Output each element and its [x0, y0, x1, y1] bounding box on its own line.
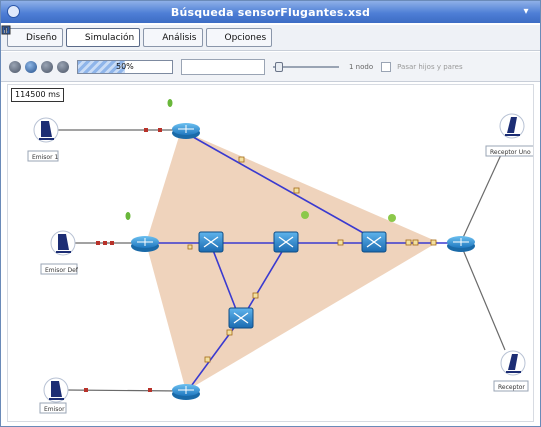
speed-value-label: 1 nodo: [349, 62, 374, 71]
tab-simulacion[interactable]: Simulación: [1, 25, 141, 47]
simulation-toolbar: 50% 1 nodo Pasar hijos y pares: [1, 52, 540, 82]
window-title: Búsqueda sensorFlugantes.xsd: [170, 5, 371, 19]
computer-emisor-def[interactable]: [50, 230, 76, 256]
tab-label: Análisis: [162, 32, 197, 43]
status-indicator-icon: [125, 212, 131, 220]
analysis-icon: [2, 26, 159, 43]
node-label-emisor-1: Emisor 1: [32, 154, 58, 161]
computer-emisor[interactable]: [43, 377, 69, 403]
app-icon: [7, 5, 20, 18]
tab-label: Diseño: [26, 32, 57, 43]
network-canvas[interactable]: 114500 ms Emisor 1 Emisor Def Emisor Rec…: [7, 84, 534, 422]
options-icon: [1, 25, 222, 43]
slider-handle[interactable]: [275, 61, 283, 72]
pause-icon[interactable]: [41, 60, 53, 73]
title-bar[interactable]: Búsqueda sensorFlugantes.xsd ▾: [1, 1, 540, 23]
app-window: Búsqueda sensorFlugantes.xsd ▾ Diseño Si…: [0, 0, 541, 427]
computer-receptor[interactable]: [500, 350, 526, 376]
node-label-receptor-uno: Receptor Uno: [490, 149, 531, 156]
design-icon: [2, 26, 23, 43]
pass-children-label: Pasar hijos y pares: [397, 62, 463, 71]
status-indicator-icon: [167, 99, 173, 107]
pass-children-checkbox[interactable]: [381, 61, 392, 72]
router-right[interactable]: [447, 236, 475, 252]
router-bottom[interactable]: [172, 384, 200, 400]
step-icon[interactable]: [57, 60, 69, 73]
switch-1[interactable]: [198, 231, 224, 253]
status-indicator-icon: [301, 211, 309, 219]
progress-percent: 50%: [116, 61, 134, 71]
node-label-receptor: Receptor: [498, 384, 525, 391]
status-indicator-icon: [388, 214, 396, 222]
tab-diseno[interactable]: Diseño: [2, 26, 63, 47]
router-top[interactable]: [172, 123, 200, 139]
mode-tabbar: Diseño Simulación Análisis Opciones: [1, 25, 540, 51]
network-diagram: Emisor 1 Emisor Def Emisor Receptor Uno …: [27, 99, 533, 414]
coverage-area: [146, 130, 438, 391]
window-menu-icon[interactable]: ▾: [518, 5, 534, 18]
tab-analisis[interactable]: Análisis: [2, 26, 203, 47]
stop-icon[interactable]: [9, 60, 21, 73]
computer-receptor-uno[interactable]: [499, 113, 525, 139]
switch-2[interactable]: [273, 231, 299, 253]
speed-field[interactable]: [181, 58, 265, 75]
switch-4[interactable]: [228, 307, 254, 329]
node-label-emisor: Emisor: [44, 406, 65, 413]
simulation-progress-bar: 50%: [77, 59, 173, 74]
node-label-emisor-def: Emisor Def: [45, 267, 79, 274]
speed-slider[interactable]: [273, 59, 339, 75]
router-middle-left[interactable]: [131, 236, 159, 252]
play-icon[interactable]: [25, 60, 37, 73]
tab-label: Simulación: [84, 32, 135, 43]
simulation-icon: [1, 25, 82, 43]
switch-3[interactable]: [361, 231, 387, 253]
computer-emisor-1[interactable]: [33, 117, 59, 143]
tab-opciones[interactable]: Opciones: [1, 25, 273, 47]
tab-label: Opciones: [224, 32, 267, 43]
